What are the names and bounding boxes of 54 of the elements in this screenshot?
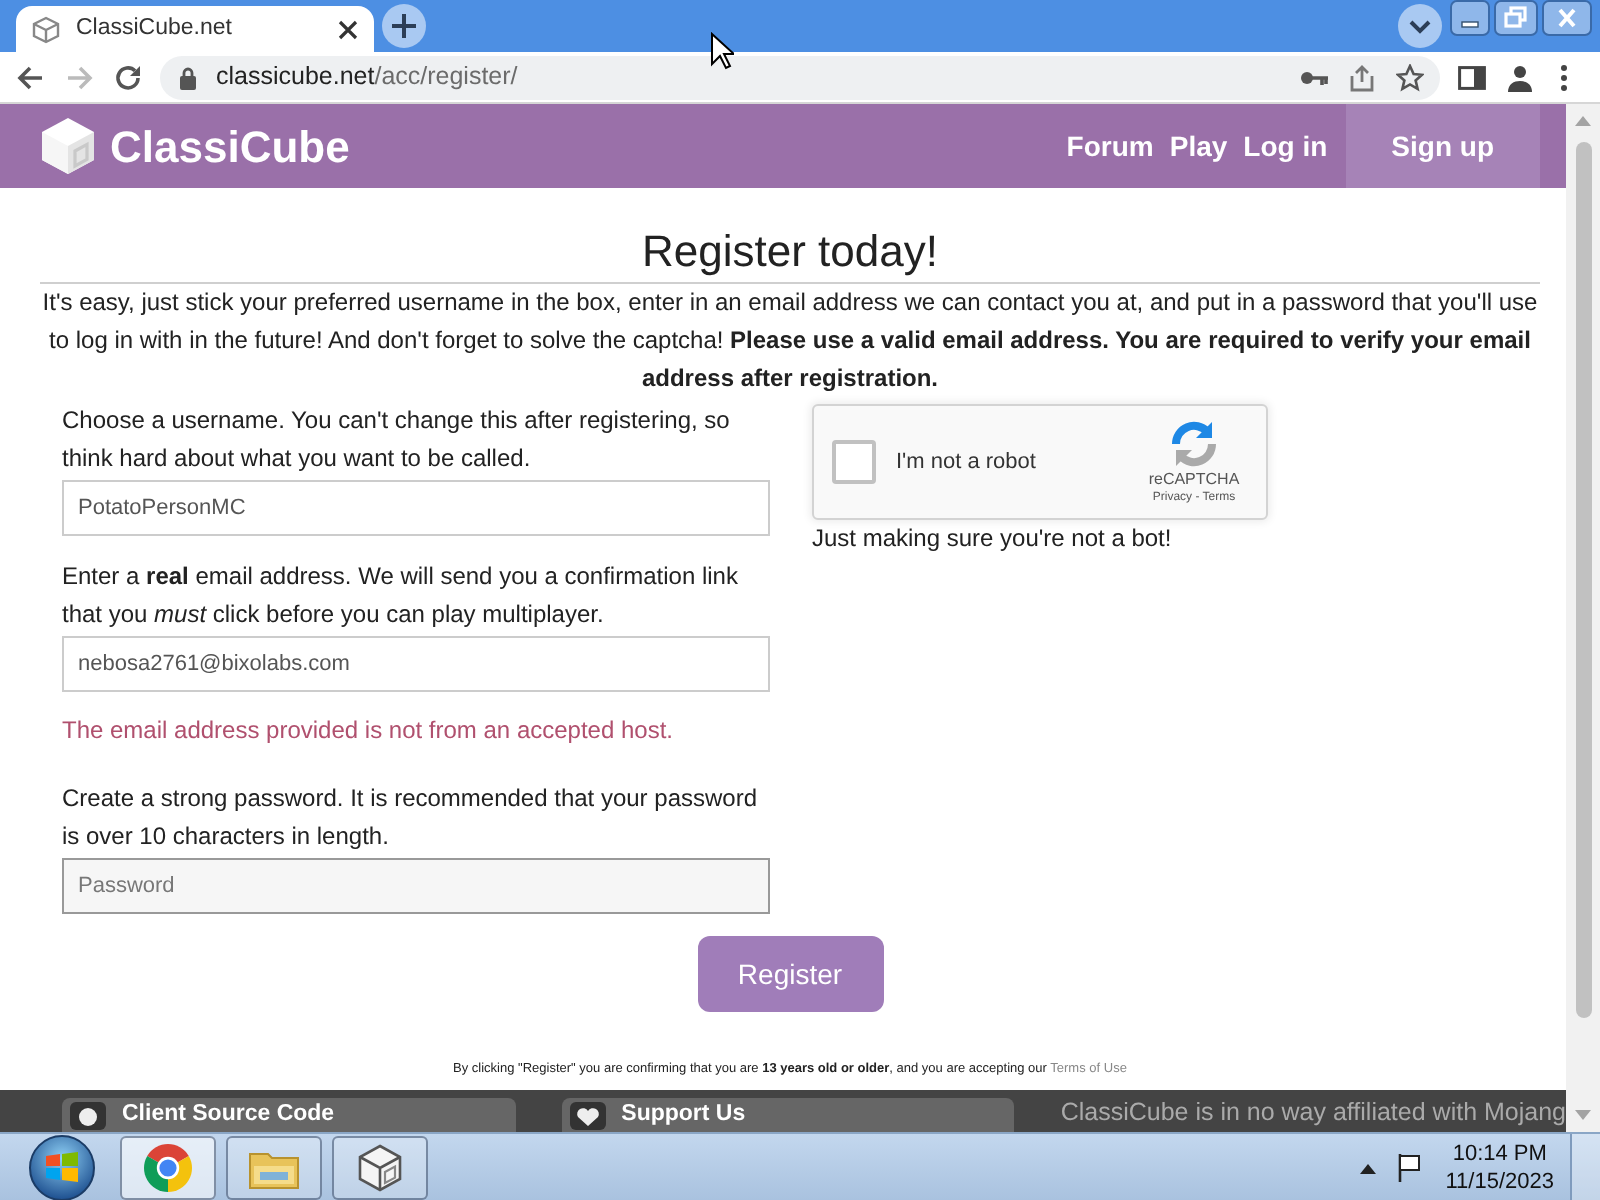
register-button[interactable]: Register [697, 936, 883, 1012]
share-icon[interactable] [1348, 63, 1376, 91]
scrollbar-thumb[interactable] [1575, 142, 1591, 1018]
intro-text: It's easy, just stick your preferred username in the box, enter in an email address we can contact you at, and put in a password that you'll use to log in with in the future! And don't forget to solve the captcha! Please use a valid email address. You are required to verify your email address after registration. [40, 286, 1540, 396]
input-field[interactable]: PotatoPersonMC [62, 480, 770, 536]
field-label: Choose a username. You can't change this after registering, so think hard about what you want to be called. [62, 404, 732, 476]
input-field[interactable]: Password [62, 858, 770, 914]
key-icon[interactable] [1300, 69, 1328, 85]
captcha-checkbox[interactable] [832, 440, 876, 484]
close-icon[interactable] [338, 19, 358, 39]
star-icon[interactable] [1396, 63, 1424, 91]
circular-arrows-icon [1168, 418, 1220, 470]
clock-date[interactable]: 11/15/2023 [1445, 1167, 1554, 1195]
lock-icon[interactable] [178, 65, 198, 89]
captcha-label: I'm not a robot [896, 447, 1036, 478]
minimize-icon[interactable] [1450, 0, 1490, 36]
person-icon[interactable] [1506, 63, 1534, 91]
page-title: Register today! [640, 226, 940, 278]
taskbar-app-button[interactable] [332, 1135, 428, 1199]
nav-link[interactable]: Play [1161, 104, 1236, 188]
cube-logo-icon[interactable] [40, 116, 96, 176]
url-text: classicube.net/acc/register/ [216, 60, 518, 95]
restore-icon[interactable] [1494, 0, 1538, 36]
error-message: The email address provided is not from an accepted host. [62, 714, 675, 748]
back-arrow-icon[interactable] [16, 63, 44, 91]
captcha-note: Just making sure you're not a bot! [812, 522, 1174, 556]
cube-icon [354, 1141, 406, 1193]
taskbar-app-button[interactable] [120, 1135, 216, 1199]
field-label: Create a strong password. It is recommended that your password is over 10 characters in length. [62, 782, 759, 854]
field-label: Enter a real email address. We will send you a confirmation link that you must click before you can play multiplayer. [62, 560, 740, 632]
chevron-down-icon[interactable] [1398, 4, 1442, 48]
start-orb-icon[interactable] [28, 1133, 96, 1200]
clock-time[interactable]: 10:14 PM [1445, 1139, 1554, 1167]
menu-icon[interactable] [1560, 63, 1568, 91]
nav-link[interactable]: Forum [1058, 104, 1162, 188]
input-field[interactable]: nebosa2761@bixolabs.com [62, 636, 770, 692]
flag-icon[interactable] [1393, 1151, 1422, 1183]
circle-logo-icon [70, 1101, 106, 1129]
captcha-brand-text: reCAPTCHA [1148, 470, 1240, 490]
browser-logo-icon [142, 1141, 194, 1193]
close-icon[interactable] [1542, 0, 1592, 36]
nav-link[interactable]: Log in [1235, 104, 1336, 188]
plus-icon[interactable] [382, 4, 426, 48]
nav-link[interactable]: Sign up [1345, 104, 1540, 188]
footer-note: ClassiCube is in no way affiliated with Mojang [1060, 1098, 1566, 1126]
footer-button[interactable]: Support Us [561, 1098, 1015, 1132]
side-panel-icon[interactable] [1458, 65, 1486, 89]
cube-icon [32, 15, 60, 43]
footer-button[interactable]: Client Source Code [62, 1098, 516, 1132]
site-logo-text[interactable]: ClassiCube [110, 113, 350, 179]
triangle-up-icon[interactable] [1359, 1161, 1376, 1173]
browser-tab[interactable]: ClassiCube.net [16, 6, 374, 52]
reload-icon[interactable] [114, 63, 142, 91]
address-bar[interactable]: classicube.net/acc/register/ [160, 55, 1440, 99]
